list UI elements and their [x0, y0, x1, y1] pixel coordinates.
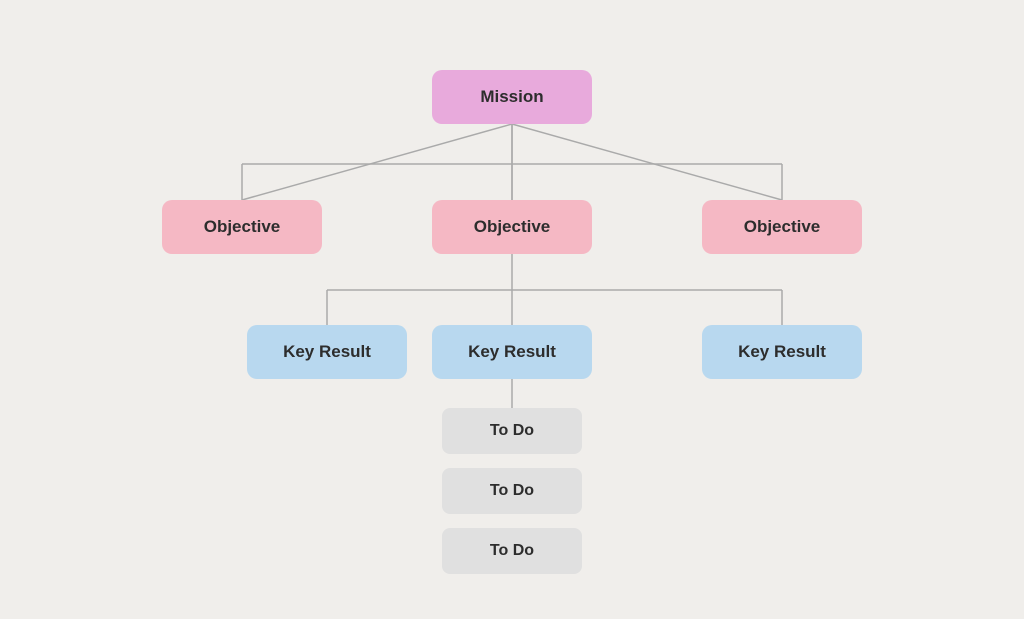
todo-label-1: To Do: [490, 422, 534, 440]
key-result-node-3: Key Result: [702, 325, 862, 379]
key-result-label-2: Key Result: [468, 342, 556, 362]
todo-node-2: To Do: [442, 468, 582, 514]
mission-node: Mission: [432, 70, 592, 124]
key-result-node-1: Key Result: [247, 325, 407, 379]
objective-node-2: Objective: [432, 200, 592, 254]
key-result-label-1: Key Result: [283, 342, 371, 362]
todo-node-1: To Do: [442, 408, 582, 454]
objective-label-3: Objective: [744, 217, 821, 237]
objective-node-1: Objective: [162, 200, 322, 254]
objective-label-2: Objective: [474, 217, 551, 237]
todo-label-3: To Do: [490, 542, 534, 560]
todo-label-2: To Do: [490, 482, 534, 500]
objective-node-3: Objective: [702, 200, 862, 254]
todo-node-3: To Do: [442, 528, 582, 574]
mission-label: Mission: [480, 87, 543, 107]
diagram: Mission Objective Objective Objective Ke…: [82, 30, 942, 590]
key-result-label-3: Key Result: [738, 342, 826, 362]
key-result-node-2: Key Result: [432, 325, 592, 379]
objective-label-1: Objective: [204, 217, 281, 237]
